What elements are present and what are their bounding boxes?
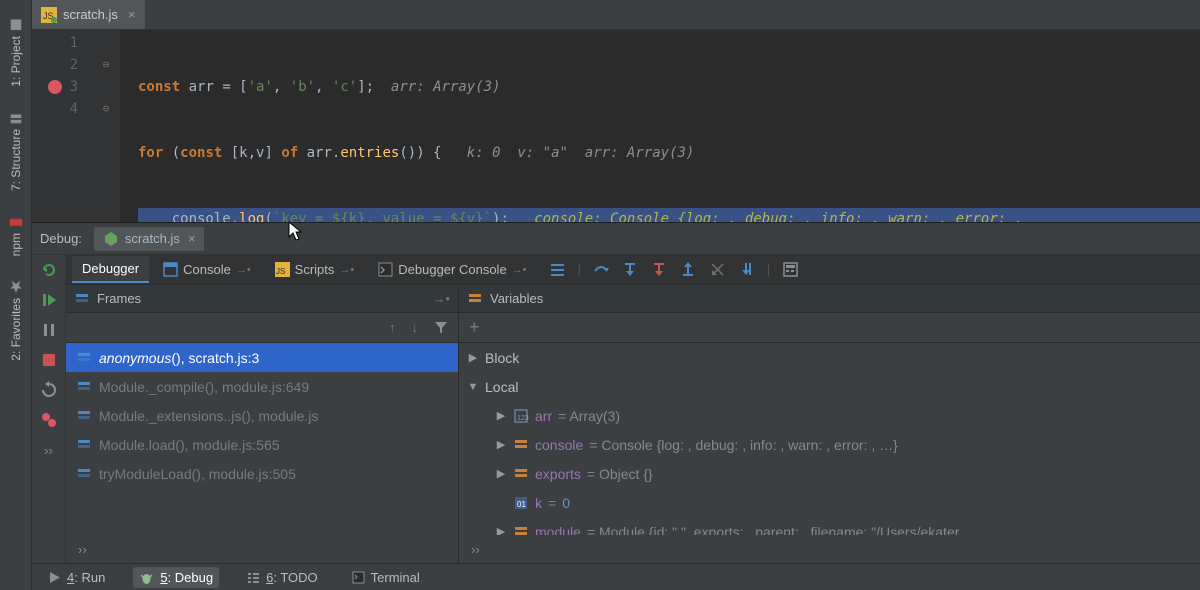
restart-icon[interactable] xyxy=(40,381,58,399)
todo-toolwindow-button[interactable]: 6: TODO xyxy=(241,567,324,588)
debug-tool-window-header: Debug: scratch.js × xyxy=(32,222,1200,255)
debugger-tab[interactable]: Debugger xyxy=(72,256,149,283)
debug-label: Debug: xyxy=(40,231,82,246)
frames-title: Frames xyxy=(97,291,141,306)
editor-tab-strip: JS scratch.js × xyxy=(32,0,1200,30)
svg-text:123: 123 xyxy=(517,415,529,422)
debug-side-actions: ›› xyxy=(32,255,66,563)
frame-row[interactable]: anonymous(), scratch.js:3 xyxy=(66,343,458,372)
variables-more[interactable]: ›› xyxy=(459,535,1200,563)
variables-title: Variables xyxy=(490,291,543,306)
project-tool-button[interactable]: 1: Project xyxy=(9,18,23,87)
step-over-icon[interactable] xyxy=(593,261,610,278)
frames-more[interactable]: ›› xyxy=(66,535,458,563)
stop-icon[interactable] xyxy=(40,351,58,369)
editor-tab-label: scratch.js xyxy=(63,7,118,22)
code-editor[interactable]: 1 2 3 4 ⊖⊖ const arr = ['a', 'b', 'c']; … xyxy=(32,30,1200,222)
debug-session-tab[interactable]: scratch.js × xyxy=(94,227,205,251)
debugger-tab-bar: Debugger Console→• JS Scripts→• Debugger… xyxy=(66,255,1200,285)
add-watch-icon[interactable]: + xyxy=(469,317,480,338)
scope-local[interactable]: ▼Local xyxy=(459,372,1200,401)
frame-down-icon[interactable]: ↓ xyxy=(412,320,419,335)
terminal-toolwindow-button[interactable]: Terminal xyxy=(346,567,426,588)
debug-toolwindow-button[interactable]: 5: Debug xyxy=(133,567,219,588)
variable-row[interactable]: ▶ module = Module {id: ".", exports: , p… xyxy=(459,517,1200,535)
variables-panel: Variables + ▶Block ▼Local ▶123 arr = Arr… xyxy=(459,285,1200,563)
variable-row[interactable]: 01 k = 0 xyxy=(459,488,1200,517)
editor-fold-gutter: ⊖⊖ xyxy=(92,30,120,222)
resume-icon[interactable] xyxy=(40,291,58,309)
editor-tab-scratch[interactable]: JS scratch.js × xyxy=(32,0,146,29)
debugger-console-tab[interactable]: Debugger Console→• xyxy=(368,257,536,282)
frames-panel: Frames →• ↑ ↓ anonymous(), scratch.js:3M… xyxy=(66,285,459,563)
evaluate-icon[interactable] xyxy=(782,261,799,278)
variable-row[interactable]: ▶ exports = Object {} xyxy=(459,459,1200,488)
force-step-into-icon[interactable] xyxy=(651,261,668,278)
step-out-icon[interactable] xyxy=(680,261,697,278)
frame-row[interactable]: Module._compile(), module.js:649 xyxy=(66,372,458,401)
scope-block[interactable]: ▶Block xyxy=(459,343,1200,372)
pause-icon[interactable] xyxy=(40,321,58,339)
frame-row[interactable]: Module.load(), module.js:565 xyxy=(66,430,458,459)
structure-tool-button[interactable]: 7: Structure xyxy=(9,111,23,191)
scripts-tab[interactable]: JS Scripts→• xyxy=(265,257,365,282)
status-bottom-bar: 4: Run 5: Debug 6: TODO Terminal xyxy=(32,563,1200,590)
variable-row[interactable]: ▶123 arr = Array(3) xyxy=(459,401,1200,430)
svg-text:JS: JS xyxy=(276,267,285,276)
tool-window-bar: 1: Project 7: Structure npm 2: Favorites xyxy=(0,0,32,590)
breakpoint-icon[interactable] xyxy=(48,80,62,94)
rerun-icon[interactable] xyxy=(40,261,58,279)
filter-icon[interactable] xyxy=(434,321,448,335)
editor-gutter: 1 2 3 4 xyxy=(32,30,92,222)
view-breakpoints-icon[interactable] xyxy=(40,411,58,429)
frame-row[interactable]: tryModuleLoad(), module.js:505 xyxy=(66,459,458,488)
mouse-cursor-icon xyxy=(287,220,305,242)
frame-row[interactable]: Module._extensions..js(), module.js xyxy=(66,401,458,430)
show-exec-point-icon[interactable] xyxy=(549,261,566,278)
frame-up-icon[interactable]: ↑ xyxy=(389,320,396,335)
run-toolwindow-button[interactable]: 4: Run xyxy=(42,567,111,588)
close-session-icon[interactable]: × xyxy=(188,231,196,246)
more-icon[interactable]: ›› xyxy=(40,441,58,459)
variable-row[interactable]: ▶ console = Console {log: , debug: , inf… xyxy=(459,430,1200,459)
run-to-cursor-icon[interactable] xyxy=(738,261,755,278)
favorites-tool-button[interactable]: 2: Favorites xyxy=(9,280,23,361)
svg-text:01: 01 xyxy=(517,500,526,509)
console-tab[interactable]: Console→• xyxy=(153,257,261,282)
code-area[interactable]: const arr = ['a', 'b', 'c']; arr: Array(… xyxy=(120,30,1200,222)
step-into-icon[interactable] xyxy=(622,261,639,278)
close-tab-icon[interactable]: × xyxy=(128,7,136,22)
drop-frame-icon[interactable] xyxy=(709,261,726,278)
npm-tool-button[interactable]: npm xyxy=(9,215,23,256)
